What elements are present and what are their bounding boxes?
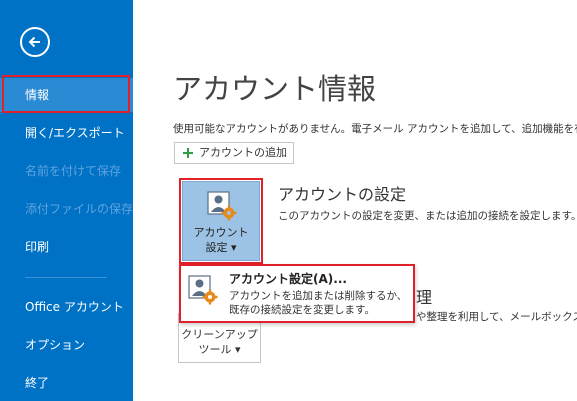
cleanup-tools-label: クリーンアップ: [181, 328, 258, 341]
account-settings-description: このアカウントの設定を変更、または追加の接続を設定します。: [278, 210, 577, 222]
add-account-button[interactable]: アカウントの追加: [174, 142, 294, 164]
highlight-outline: [2, 75, 130, 113]
add-account-label: アカウントの追加: [199, 146, 287, 159]
nav-item-print[interactable]: 印刷: [0, 230, 133, 264]
page-title: アカウント情報: [173, 72, 377, 106]
back-arrow-icon: [28, 36, 40, 48]
nav-item-options[interactable]: オプション: [0, 328, 133, 362]
account-settings-menu-description: アカウントを追加または削除するか、 既存の接続設定を変更します。: [229, 289, 407, 317]
cleanup-tools-label-2: ツール ▾: [198, 343, 241, 356]
back-button[interactable]: [20, 27, 50, 57]
menu-description-line-2: 既存の接続設定を変更します。: [229, 304, 375, 316]
nav-item-save-attachments[interactable]: 添付ファイルの保存: [0, 192, 133, 226]
no-account-message: 使用可能なアカウントがありません。電子メール アカウントを追加して、追加機能を有…: [173, 123, 577, 135]
account-settings-dropdown: アカウント設定(A)... アカウントを追加または削除するか、 既存の接続設定を…: [179, 264, 415, 323]
nav-item-office-account[interactable]: Office アカウント: [0, 290, 133, 324]
plus-icon: [183, 148, 193, 158]
main-panel: アカウント情報 使用可能なアカウントがありません。電子メール アカウントを追加し…: [133, 0, 577, 401]
nav-item-save-as[interactable]: 名前を付けて保存: [0, 154, 133, 188]
backstage-sidebar: 情報 開く/エクスポート 名前を付けて保存 添付ファイルの保存 印刷 Offic…: [0, 0, 133, 401]
mailbox-cleanup-description: や整理を利用して、メールボックスの: [416, 311, 577, 323]
nav-divider: [25, 277, 107, 278]
mailbox-cleanup-heading: 理: [416, 288, 433, 307]
nav-item-exit[interactable]: 終了: [0, 366, 133, 400]
nav-item-open-export[interactable]: 開く/エクスポート: [0, 116, 133, 150]
menu-description-line-1: アカウントを追加または削除するか、: [229, 290, 408, 302]
account-settings-menu-item[interactable]: アカウント設定(A)...: [229, 270, 347, 287]
account-settings-heading: アカウントの設定: [278, 185, 407, 204]
highlight-outline: [179, 178, 263, 264]
account-settings-icon: [188, 275, 218, 305]
